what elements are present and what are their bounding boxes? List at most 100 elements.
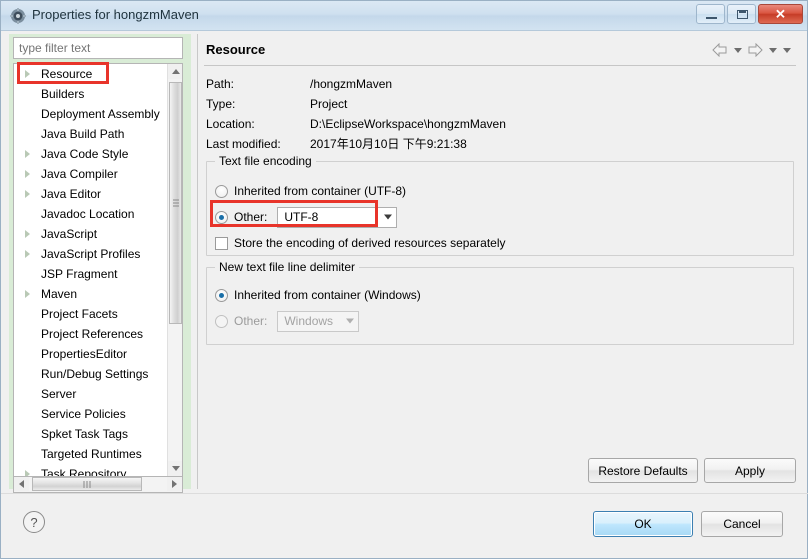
info-label: Location:: [206, 117, 255, 131]
cancel-button[interactable]: Cancel: [701, 511, 783, 537]
chevron-up-icon: [172, 69, 180, 74]
tree-vertical-scrollbar[interactable]: [167, 64, 182, 476]
sidebar-item-maven[interactable]: Maven: [14, 284, 169, 304]
search-input[interactable]: [14, 38, 182, 58]
expand-arrow-icon[interactable]: [25, 70, 30, 78]
encoding-combo[interactable]: UTF-8: [277, 206, 398, 228]
encoding-other-radio[interactable]: [215, 210, 228, 224]
restore-defaults-button[interactable]: Restore Defaults: [588, 458, 698, 483]
view-menu-dropdown[interactable]: [780, 40, 793, 60]
filter-field-wrapper: [13, 37, 183, 59]
sidebar-item-service-policies[interactable]: Service Policies: [14, 404, 169, 424]
expand-arrow-icon[interactable]: [25, 250, 30, 258]
chevron-right-icon: [172, 480, 177, 488]
encoding-inherited-radio[interactable]: [215, 184, 228, 198]
sidebar-item-propertieseditor[interactable]: PropertiesEditor: [14, 344, 169, 364]
sidebar-item-label: Deployment Assembly: [41, 107, 160, 121]
ok-button[interactable]: OK: [593, 511, 693, 537]
expand-arrow-icon[interactable]: [25, 290, 30, 298]
scroll-down-button[interactable]: [168, 461, 182, 476]
horizontal-scroll-thumb[interactable]: [32, 477, 142, 491]
sidebar-item-java-editor[interactable]: Java Editor: [14, 184, 169, 204]
encoding-group-legend: Text file encoding: [215, 154, 316, 168]
resource-info-list: Path: /hongzmMaven Type: Project Location: D:…: [206, 74, 766, 154]
delimiter-inherited-radio[interactable]: [215, 288, 228, 302]
sidebar-item-java-code-style[interactable]: Java Code Style: [14, 144, 169, 164]
store-derived-checkbox[interactable]: [215, 236, 228, 250]
sidebar-item-resource[interactable]: Resource: [14, 64, 169, 84]
expand-arrow-icon[interactable]: [25, 170, 30, 178]
tree-horizontal-scrollbar[interactable]: [13, 477, 183, 493]
navigation-toolbar: [710, 40, 793, 60]
close-button[interactable]: ✕: [758, 4, 803, 24]
info-label: Last modified:: [206, 137, 281, 151]
sidebar-item-deployment-assembly[interactable]: Deployment Assembly: [14, 104, 169, 124]
chevron-down-icon: [346, 318, 355, 324]
apply-button[interactable]: Apply: [704, 458, 796, 483]
encoding-inherited-row[interactable]: Inherited from container (UTF-8): [215, 180, 406, 202]
maximize-button[interactable]: [727, 4, 756, 24]
delimiter-inherited-row[interactable]: Inherited from container (Windows): [215, 284, 421, 306]
line-delimiter-group: New text file line delimiter Inherited f…: [206, 260, 794, 345]
sidebar-item-javascript[interactable]: JavaScript: [14, 224, 169, 244]
back-history-dropdown[interactable]: [731, 40, 744, 60]
window-controls: ✕: [696, 4, 803, 24]
encoding-other-label: Other:: [234, 210, 268, 224]
scroll-up-button[interactable]: [168, 64, 182, 79]
expand-arrow-icon[interactable]: [25, 470, 30, 476]
info-value: Project: [310, 97, 348, 111]
delimiter-other-radio[interactable]: [215, 314, 228, 328]
delimiter-other-label: Other:: [234, 314, 268, 328]
scroll-right-button[interactable]: [167, 477, 182, 491]
text-file-encoding-group: Text file encoding Inherited from contai…: [206, 154, 794, 256]
info-row: Type: Project: [206, 94, 766, 114]
sidebar-item-server[interactable]: Server: [14, 384, 169, 404]
delimiter-group-legend: New text file line delimiter: [215, 260, 360, 274]
title-separator: [204, 65, 796, 66]
expand-arrow-icon[interactable]: [25, 190, 30, 198]
info-value: /hongzmMaven: [310, 77, 393, 91]
delimiter-combo-value: Windows: [284, 314, 334, 328]
vertical-scroll-thumb[interactable]: [169, 82, 182, 324]
sidebar-item-label: Resource: [41, 67, 93, 81]
sidebar-item-label: Spket Task Tags: [41, 427, 128, 441]
sidebar-item-label: Project Facets: [41, 307, 118, 321]
footer-separator: [1, 493, 808, 494]
sidebar-item-project-facets[interactable]: Project Facets: [14, 304, 169, 324]
sidebar-item-label: Service Policies: [41, 407, 126, 421]
forward-history-dropdown[interactable]: [766, 40, 779, 60]
info-label: Path:: [206, 77, 235, 91]
properties-dialog: Properties for hongzmMaven ✕ Resource Bui…: [0, 0, 808, 559]
expand-arrow-icon[interactable]: [25, 150, 30, 158]
sidebar-item-java-build-path[interactable]: Java Build Path: [14, 124, 169, 144]
delimiter-other-row[interactable]: Other: Windows: [215, 310, 360, 332]
sidebar-item-label: Targeted Runtimes: [41, 447, 142, 461]
sidebar-item-project-references[interactable]: Project References: [14, 324, 169, 344]
scroll-left-button[interactable]: [14, 477, 29, 491]
sidebar-item-spket-task-tags[interactable]: Spket Task Tags: [14, 424, 169, 444]
sidebar-item-java-compiler[interactable]: Java Compiler: [14, 164, 169, 184]
forward-button[interactable]: [745, 40, 765, 60]
help-icon[interactable]: ?: [23, 511, 45, 533]
sidebar-item-task-repository[interactable]: Task Repository: [14, 464, 169, 477]
chevron-down-icon: [384, 214, 393, 220]
store-derived-row[interactable]: Store the encoding of derived resources …: [215, 232, 506, 254]
sidebar-item-jsp-fragment[interactable]: JSP Fragment: [14, 264, 169, 284]
sidebar-item-javadoc-location[interactable]: Javadoc Location: [14, 204, 169, 224]
encoding-other-row[interactable]: Other: UTF-8: [215, 206, 398, 228]
sidebar-item-label: Task Repository: [41, 467, 127, 477]
sidebar-item-builders[interactable]: Builders: [14, 84, 169, 104]
info-row: Last modified: 2017年10月10日 下午9:21:38: [206, 134, 766, 154]
sidebar-item-javascript-profiles[interactable]: JavaScript Profiles: [14, 244, 169, 264]
sidebar-item-label: JSP Fragment: [41, 267, 118, 281]
delimiter-combo[interactable]: Windows: [277, 310, 360, 332]
sidebar-item-targeted-runtimes[interactable]: Targeted Runtimes: [14, 444, 169, 464]
settings-tree[interactable]: Resource Builders Deployment Assembly Java …: [13, 63, 183, 477]
sidebar-item-run-debug-settings[interactable]: Run/Debug Settings: [14, 364, 169, 384]
minimize-button[interactable]: [696, 4, 725, 24]
store-derived-label: Store the encoding of derived resources …: [234, 236, 506, 250]
back-button[interactable]: [710, 40, 730, 60]
info-label: Type:: [206, 97, 236, 111]
chevron-left-icon: [19, 480, 24, 488]
expand-arrow-icon[interactable]: [25, 230, 30, 238]
